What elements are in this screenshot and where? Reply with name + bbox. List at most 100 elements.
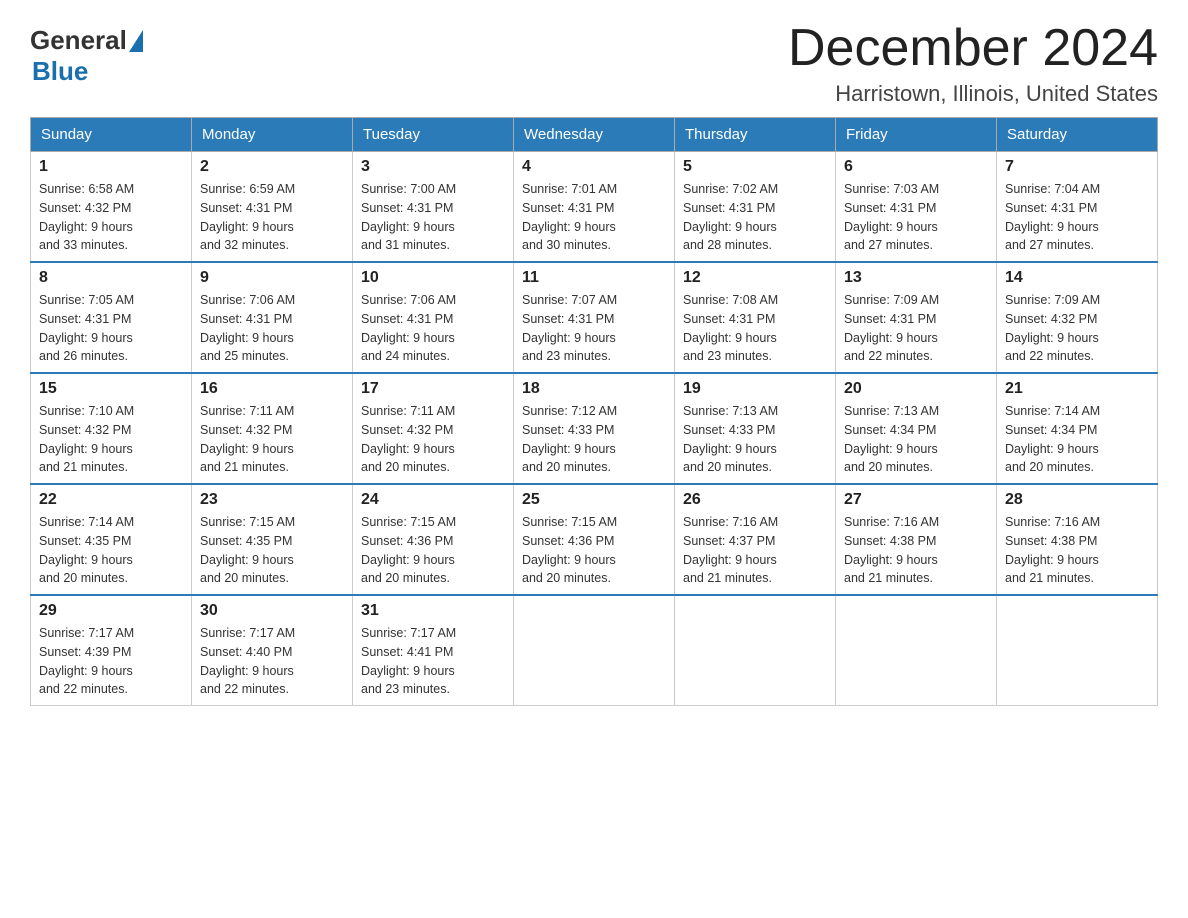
calendar-cell: 26 Sunrise: 7:16 AMSunset: 4:37 PMDayligh… [675, 484, 836, 595]
calendar-cell: 20 Sunrise: 7:13 AMSunset: 4:34 PMDayligh… [836, 373, 997, 484]
day-number: 14 [1005, 269, 1149, 287]
day-info: Sunrise: 7:13 AMSunset: 4:34 PMDaylight:… [844, 402, 988, 477]
day-number: 3 [361, 158, 505, 176]
logo-triangle-icon [129, 30, 143, 52]
day-number: 20 [844, 380, 988, 398]
calendar-cell: 27Sunrise: 7:16 AMSunset: 4:38 PMDayligh… [836, 484, 997, 595]
day-number: 13 [844, 269, 988, 287]
month-title: December 2024 [788, 20, 1158, 77]
day-info: Sunrise: 7:10 AMSunset: 4:32 PMDaylight:… [39, 402, 183, 477]
day-info: Sunrise: 7:00 AMSunset: 4:31 PMDaylight:… [361, 180, 505, 255]
day-number: 31 [361, 602, 505, 620]
day-number: 8 [39, 269, 183, 287]
calendar-cell: 16Sunrise: 7:11 AMSunset: 4:32 PMDayligh… [192, 373, 353, 484]
title-section: December 2024 Harristown, Illinois, Unit… [788, 20, 1158, 107]
calendar-cell: 11Sunrise: 7:07 AMSunset: 4:31 PMDayligh… [514, 262, 675, 373]
day-number: 9 [200, 269, 344, 287]
day-number: 15 [39, 380, 183, 398]
calendar-cell: 1 Sunrise: 6:58 AMSunset: 4:32 PMDaylight… [31, 152, 192, 263]
calendar-week-1: 1 Sunrise: 6:58 AMSunset: 4:32 PMDaylight… [31, 152, 1158, 263]
calendar-cell: 13 Sunrise: 7:09 AMSunset: 4:31 PMDayligh… [836, 262, 997, 373]
day-info: Sunrise: 7:14 AMSunset: 4:35 PMDaylight:… [39, 513, 183, 588]
day-number: 23 [200, 491, 344, 509]
calendar-cell: 28Sunrise: 7:16 AMSunset: 4:38 PMDayligh… [997, 484, 1158, 595]
day-number: 24 [361, 491, 505, 509]
calendar-cell [997, 595, 1158, 706]
day-info: Sunrise: 7:17 AMSunset: 4:39 PMDaylight:… [39, 624, 183, 699]
day-number: 6 [844, 158, 988, 176]
calendar-cell: 7Sunrise: 7:04 AMSunset: 4:31 PMDaylight… [997, 152, 1158, 263]
day-info: Sunrise: 7:06 AMSunset: 4:31 PMDaylight:… [200, 291, 344, 366]
logo-blue-text: Blue [32, 56, 88, 87]
header-saturday: Saturday [997, 118, 1158, 152]
calendar-cell: 19 Sunrise: 7:13 AMSunset: 4:33 PMDayligh… [675, 373, 836, 484]
calendar-cell: 15 Sunrise: 7:10 AMSunset: 4:32 PMDayligh… [31, 373, 192, 484]
calendar-week-5: 29 Sunrise: 7:17 AMSunset: 4:39 PMDayligh… [31, 595, 1158, 706]
day-number: 1 [39, 158, 183, 176]
logo: General Blue [30, 20, 143, 87]
day-number: 21 [1005, 380, 1149, 398]
day-info: Sunrise: 6:58 AMSunset: 4:32 PMDaylight:… [39, 180, 183, 255]
calendar-week-4: 22Sunrise: 7:14 AMSunset: 4:35 PMDayligh… [31, 484, 1158, 595]
calendar-cell: 29 Sunrise: 7:17 AMSunset: 4:39 PMDayligh… [31, 595, 192, 706]
location-title: Harristown, Illinois, United States [788, 81, 1158, 107]
day-number: 12 [683, 269, 827, 287]
day-info: Sunrise: 7:03 AMSunset: 4:31 PMDaylight:… [844, 180, 988, 255]
calendar-cell: 23 Sunrise: 7:15 AMSunset: 4:35 PMDayligh… [192, 484, 353, 595]
calendar-cell: 2Sunrise: 6:59 AMSunset: 4:31 PMDaylight… [192, 152, 353, 263]
calendar-cell [675, 595, 836, 706]
calendar-week-3: 15 Sunrise: 7:10 AMSunset: 4:32 PMDayligh… [31, 373, 1158, 484]
day-number: 5 [683, 158, 827, 176]
day-info: Sunrise: 7:16 AMSunset: 4:38 PMDaylight:… [844, 513, 988, 588]
day-number: 25 [522, 491, 666, 509]
day-info: Sunrise: 7:09 AMSunset: 4:31 PMDaylight:… [844, 291, 988, 366]
day-number: 18 [522, 380, 666, 398]
calendar-cell: 22Sunrise: 7:14 AMSunset: 4:35 PMDayligh… [31, 484, 192, 595]
day-info: Sunrise: 7:16 AMSunset: 4:37 PMDaylight:… [683, 513, 827, 588]
day-info: Sunrise: 7:15 AMSunset: 4:36 PMDaylight:… [361, 513, 505, 588]
day-number: 17 [361, 380, 505, 398]
calendar-cell [514, 595, 675, 706]
day-number: 4 [522, 158, 666, 176]
day-info: Sunrise: 7:08 AMSunset: 4:31 PMDaylight:… [683, 291, 827, 366]
calendar-cell: 4 Sunrise: 7:01 AMSunset: 4:31 PMDaylight… [514, 152, 675, 263]
day-info: Sunrise: 7:14 AMSunset: 4:34 PMDaylight:… [1005, 402, 1149, 477]
calendar-cell: 12 Sunrise: 7:08 AMSunset: 4:31 PMDayligh… [675, 262, 836, 373]
calendar-cell: 25 Sunrise: 7:15 AMSunset: 4:36 PMDayligh… [514, 484, 675, 595]
logo-general-text: General [30, 25, 127, 56]
day-number: 7 [1005, 158, 1149, 176]
calendar-cell: 30 Sunrise: 7:17 AMSunset: 4:40 PMDayligh… [192, 595, 353, 706]
day-number: 26 [683, 491, 827, 509]
day-info: Sunrise: 7:06 AMSunset: 4:31 PMDaylight:… [361, 291, 505, 366]
day-number: 30 [200, 602, 344, 620]
logo-blue-box [127, 30, 143, 52]
calendar-cell: 8Sunrise: 7:05 AMSunset: 4:31 PMDaylight… [31, 262, 192, 373]
day-info: Sunrise: 7:12 AMSunset: 4:33 PMDaylight:… [522, 402, 666, 477]
calendar-cell: 6 Sunrise: 7:03 AMSunset: 4:31 PMDaylight… [836, 152, 997, 263]
calendar-cell: 9 Sunrise: 7:06 AMSunset: 4:31 PMDaylight… [192, 262, 353, 373]
calendar-cell: 3 Sunrise: 7:00 AMSunset: 4:31 PMDaylight… [353, 152, 514, 263]
day-number: 29 [39, 602, 183, 620]
day-info: Sunrise: 7:07 AMSunset: 4:31 PMDaylight:… [522, 291, 666, 366]
calendar-cell [836, 595, 997, 706]
calendar-cell: 24 Sunrise: 7:15 AMSunset: 4:36 PMDayligh… [353, 484, 514, 595]
day-info: Sunrise: 7:16 AMSunset: 4:38 PMDaylight:… [1005, 513, 1149, 588]
day-info: Sunrise: 7:17 AMSunset: 4:40 PMDaylight:… [200, 624, 344, 699]
day-info: Sunrise: 7:11 AMSunset: 4:32 PMDaylight:… [361, 402, 505, 477]
day-info: Sunrise: 7:15 AMSunset: 4:36 PMDaylight:… [522, 513, 666, 588]
calendar-cell: 17 Sunrise: 7:11 AMSunset: 4:32 PMDayligh… [353, 373, 514, 484]
day-info: Sunrise: 7:02 AMSunset: 4:31 PMDaylight:… [683, 180, 827, 255]
header-friday: Friday [836, 118, 997, 152]
day-number: 19 [683, 380, 827, 398]
day-info: Sunrise: 7:13 AMSunset: 4:33 PMDaylight:… [683, 402, 827, 477]
calendar-header-row: SundayMondayTuesdayWednesdayThursdayFrid… [31, 118, 1158, 152]
page-header: General Blue December 2024 Harristown, I… [30, 20, 1158, 107]
calendar-cell: 14Sunrise: 7:09 AMSunset: 4:32 PMDayligh… [997, 262, 1158, 373]
day-number: 16 [200, 380, 344, 398]
calendar-cell: 31Sunrise: 7:17 AMSunset: 4:41 PMDayligh… [353, 595, 514, 706]
calendar-cell: 5 Sunrise: 7:02 AMSunset: 4:31 PMDaylight… [675, 152, 836, 263]
calendar-cell: 18 Sunrise: 7:12 AMSunset: 4:33 PMDayligh… [514, 373, 675, 484]
day-info: Sunrise: 7:15 AMSunset: 4:35 PMDaylight:… [200, 513, 344, 588]
calendar-cell: 10Sunrise: 7:06 AMSunset: 4:31 PMDayligh… [353, 262, 514, 373]
day-info: Sunrise: 7:01 AMSunset: 4:31 PMDaylight:… [522, 180, 666, 255]
